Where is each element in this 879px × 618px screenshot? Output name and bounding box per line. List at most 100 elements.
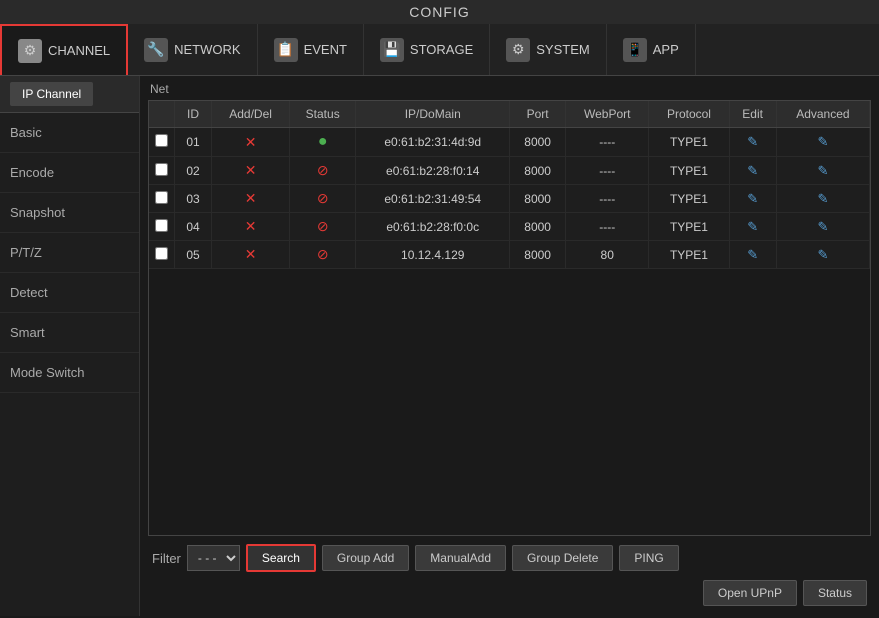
tab-system-label: SYSTEM — [536, 42, 589, 57]
row-status: ⊘ — [290, 157, 356, 185]
status-offline-icon: ⊘ — [317, 162, 329, 178]
row-advanced[interactable]: ✎ — [776, 128, 869, 157]
add-del-icon: ✕ — [245, 246, 257, 262]
col-edit: Edit — [729, 101, 776, 128]
row-status: ● — [290, 128, 356, 157]
tab-app[interactable]: 📱 APP — [607, 24, 696, 75]
row-checkbox[interactable] — [155, 219, 168, 232]
title-bar: CONFIG — [0, 0, 879, 24]
sidebar-item-detect[interactable]: Detect — [0, 273, 139, 313]
row-ip: 10.12.4.129 — [356, 241, 510, 269]
row-advanced[interactable]: ✎ — [776, 241, 869, 269]
row-checkbox-cell[interactable] — [149, 241, 175, 269]
row-add-del: ✕ — [212, 157, 290, 185]
channel-icon: ⚙ — [18, 39, 42, 63]
ping-button[interactable]: PING — [619, 545, 678, 571]
row-checkbox[interactable] — [155, 163, 168, 176]
row-checkbox[interactable] — [155, 191, 168, 204]
row-ip: e0:61:b2:31:4d:9d — [356, 128, 510, 157]
row-checkbox-cell[interactable] — [149, 213, 175, 241]
row-edit[interactable]: ✎ — [729, 213, 776, 241]
open-upnp-button[interactable]: Open UPnP — [703, 580, 797, 606]
manual-add-button[interactable]: ManualAdd — [415, 545, 506, 571]
row-checkbox[interactable] — [155, 247, 168, 260]
col-add-del: Add/Del — [212, 101, 290, 128]
row-checkbox-cell[interactable] — [149, 185, 175, 213]
edit-icon[interactable]: ✎ — [747, 134, 758, 149]
row-status: ⊘ — [290, 241, 356, 269]
filter-label: Filter — [152, 551, 181, 566]
row-id: 04 — [175, 213, 212, 241]
table-row: 04 ✕ ⊘ e0:61:b2:28:f0:0c 8000 ---- TYPE1… — [149, 213, 870, 241]
row-add-del: ✕ — [212, 128, 290, 157]
status-offline-icon: ⊘ — [317, 190, 329, 206]
col-port: Port — [510, 101, 566, 128]
table-row: 05 ✕ ⊘ 10.12.4.129 8000 80 TYPE1 ✎ ✎ — [149, 241, 870, 269]
ip-channel-table: ID Add/Del Status IP/DoMain Port WebPort… — [149, 101, 870, 269]
app-icon: 📱 — [623, 38, 647, 62]
add-del-icon: ✕ — [245, 162, 257, 178]
row-port: 8000 — [510, 128, 566, 157]
status-button[interactable]: Status — [803, 580, 867, 606]
row-webport: 80 — [565, 241, 648, 269]
filter-select[interactable]: - - - — [187, 545, 240, 571]
search-button[interactable]: Search — [246, 544, 316, 572]
table-row: 03 ✕ ⊘ e0:61:b2:31:49:54 8000 ---- TYPE1… — [149, 185, 870, 213]
edit-icon[interactable]: ✎ — [747, 191, 758, 206]
row-edit[interactable]: ✎ — [729, 241, 776, 269]
advanced-icon[interactable]: ✎ — [817, 134, 828, 149]
row-edit[interactable]: ✎ — [729, 128, 776, 157]
row-checkbox[interactable] — [155, 134, 168, 147]
sidebar-item-ptz[interactable]: P/T/Z — [0, 233, 139, 273]
content-area: Net ID Add/Del Status IP/DoMain Port Web… — [140, 76, 879, 616]
advanced-icon[interactable]: ✎ — [817, 163, 828, 178]
row-ip: e0:61:b2:31:49:54 — [356, 185, 510, 213]
tab-channel[interactable]: ⚙ CHANNEL — [0, 24, 128, 75]
sidebar-item-mode-switch[interactable]: Mode Switch — [0, 353, 139, 393]
advanced-icon[interactable]: ✎ — [817, 247, 828, 262]
row-edit[interactable]: ✎ — [729, 157, 776, 185]
row-checkbox-cell[interactable] — [149, 128, 175, 157]
group-add-button[interactable]: Group Add — [322, 545, 409, 571]
row-advanced[interactable]: ✎ — [776, 157, 869, 185]
row-id: 05 — [175, 241, 212, 269]
sidebar-item-basic[interactable]: Basic — [0, 113, 139, 153]
row-protocol: TYPE1 — [649, 241, 729, 269]
tab-network[interactable]: 🔧 NETWORK — [128, 24, 257, 75]
col-ip: IP/DoMain — [356, 101, 510, 128]
row-add-del: ✕ — [212, 241, 290, 269]
row-advanced[interactable]: ✎ — [776, 213, 869, 241]
row-id: 03 — [175, 185, 212, 213]
edit-icon[interactable]: ✎ — [747, 163, 758, 178]
advanced-icon[interactable]: ✎ — [817, 191, 828, 206]
row-edit[interactable]: ✎ — [729, 185, 776, 213]
event-icon: 📋 — [274, 38, 298, 62]
tab-event[interactable]: 📋 EVENT — [258, 24, 364, 75]
row-status: ⊘ — [290, 213, 356, 241]
tab-system[interactable]: ⚙ SYSTEM — [490, 24, 606, 75]
row-webport: ---- — [565, 185, 648, 213]
col-advanced: Advanced — [776, 101, 869, 128]
tab-storage-label: STORAGE — [410, 42, 473, 57]
advanced-icon[interactable]: ✎ — [817, 219, 828, 234]
group-delete-button[interactable]: Group Delete — [512, 545, 613, 571]
edit-icon[interactable]: ✎ — [747, 247, 758, 262]
row-advanced[interactable]: ✎ — [776, 185, 869, 213]
network-icon: 🔧 — [144, 38, 168, 62]
status-offline-icon: ⊘ — [317, 218, 329, 234]
row-checkbox-cell[interactable] — [149, 157, 175, 185]
tab-storage[interactable]: 💾 STORAGE — [364, 24, 490, 75]
edit-icon[interactable]: ✎ — [747, 219, 758, 234]
sidebar-item-encode[interactable]: Encode — [0, 153, 139, 193]
add-del-icon: ✕ — [245, 218, 257, 234]
ip-channel-button[interactable]: IP Channel — [10, 82, 93, 106]
sidebar-item-smart[interactable]: Smart — [0, 313, 139, 353]
row-add-del: ✕ — [212, 213, 290, 241]
tab-event-label: EVENT — [304, 42, 347, 57]
table-header-row: ID Add/Del Status IP/DoMain Port WebPort… — [149, 101, 870, 128]
page-title: CONFIG — [409, 4, 469, 20]
system-icon: ⚙ — [506, 38, 530, 62]
row-protocol: TYPE1 — [649, 213, 729, 241]
row-protocol: TYPE1 — [649, 157, 729, 185]
sidebar-item-snapshot[interactable]: Snapshot — [0, 193, 139, 233]
